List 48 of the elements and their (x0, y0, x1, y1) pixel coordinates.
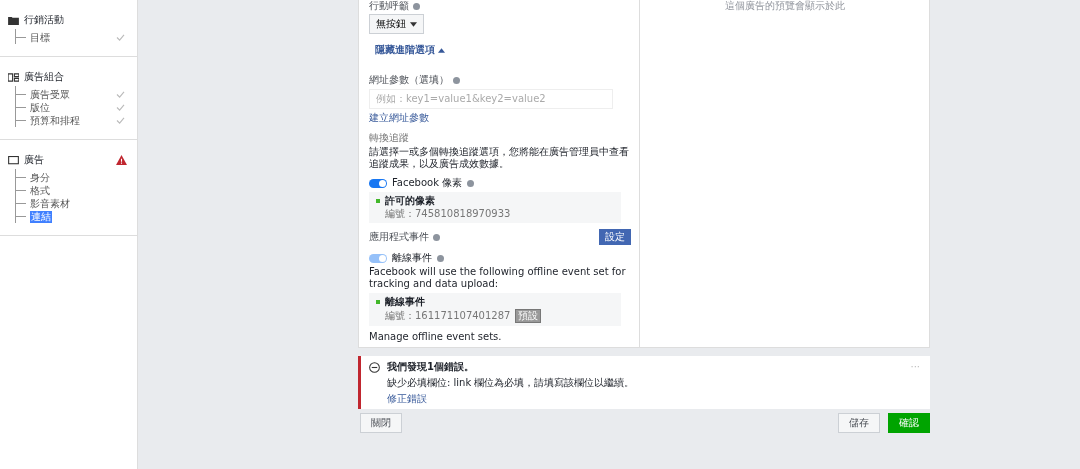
section-label: 轉換追蹤 (369, 132, 410, 144)
toggle-label: 離線事件 (392, 252, 432, 264)
info-icon[interactable] (433, 233, 440, 241)
description-text: Facebook will use the following offline event set for tracking and data upload: (369, 266, 627, 290)
section-title[interactable]: 行銷活動 (24, 14, 64, 26)
step-link[interactable]: 格式 (30, 184, 50, 197)
minus-circle-icon (369, 361, 380, 373)
info-icon[interactable] (413, 2, 420, 10)
section-title[interactable]: 廣告 (24, 154, 44, 166)
fix-link[interactable]: 修正錯誤 (387, 393, 920, 405)
error-message: 缺少必填欄位: link 欄位為必填，請填寫該欄位以繼續。 (387, 377, 636, 389)
step-link[interactable]: 目標 (30, 31, 50, 44)
section-title[interactable]: 廣告組合 (24, 71, 64, 83)
folder-icon (8, 15, 19, 25)
info-icon[interactable] (437, 254, 444, 262)
field-label: 行動呼籲 (369, 0, 409, 12)
box-title: 許可的像素 (385, 195, 435, 207)
field-label: 應用程式事件 (369, 231, 429, 243)
id-text: 編號：161171107401287 (385, 310, 511, 322)
step-link[interactable]: 廣告受眾 (30, 88, 70, 101)
default-badge: 預設 (515, 309, 542, 323)
step-link[interactable]: 預算和排程 (30, 114, 80, 127)
preview-caption: 這個廣告的預覽會顯示於此 (724, 0, 845, 12)
toggle-link[interactable]: 隱藏進階選項 (375, 44, 435, 56)
save-button[interactable]: 儲存 (838, 413, 880, 433)
box-title: 離線事件 (385, 296, 425, 308)
caret-icon (410, 21, 417, 27)
screen-icon (8, 155, 19, 165)
close-button[interactable]: 關閉 (360, 413, 402, 433)
toggle-switch[interactable] (369, 178, 387, 188)
step-link[interactable]: 身分 (30, 171, 50, 184)
grid-icon (8, 72, 19, 82)
toggle-label: Facebook 像素 (392, 177, 463, 189)
input-field[interactable]: 例如：key1=value1&key2=value2 (369, 89, 613, 109)
step-link[interactable]: 版位 (30, 101, 50, 114)
link[interactable]: Manage offline event sets. (369, 331, 502, 343)
caret-icon (438, 47, 445, 53)
step-link[interactable]: 影音素材 (30, 197, 70, 210)
info-icon[interactable] (453, 76, 460, 84)
error-title: 我們發現1個錯誤。 (387, 361, 474, 373)
field-label: 網址參數（選填） (369, 74, 449, 86)
link[interactable]: 建立網址參數 (369, 112, 429, 124)
info-icon[interactable] (467, 179, 475, 187)
description-text: 請選擇一或多個轉換追蹤選項，您將能在廣告管理員中查看追蹤成果，以及廣告成效數據。 (369, 146, 630, 170)
id-text: 編號：745810818970933 (385, 208, 512, 220)
dropdown-button[interactable]: 無按鈕 (369, 14, 424, 34)
setup-button[interactable]: 設定 (599, 229, 631, 245)
step-link[interactable]: 連結 (30, 210, 52, 223)
